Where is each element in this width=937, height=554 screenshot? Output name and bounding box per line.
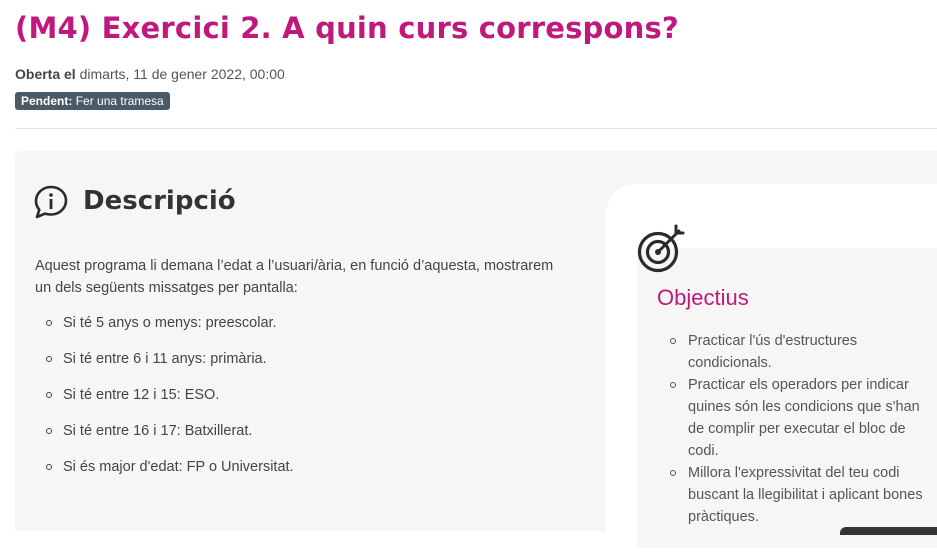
status-badge: Pendent: Fer una tramesa: [15, 92, 170, 110]
description-intro: Aquest programa li demana l’edat a l’usu…: [35, 258, 554, 296]
list-item: Si té entre 6 i 11 anys: primària.: [35, 347, 294, 383]
list-item: Si té entre 16 i 17: Batxillerat.: [35, 419, 294, 455]
opened-date-value: dimarts, 11 de gener 2022, 00:00: [79, 66, 285, 82]
objectives-heading: Objectius: [657, 285, 749, 310]
target-dart-icon: [637, 224, 685, 273]
page-title: (M4) Exercici 2. A quin curs correspons?: [15, 11, 679, 45]
floating-button-edge[interactable]: [840, 527, 937, 535]
list-item: Si és major d'edat: FP o Universitat.: [35, 455, 294, 491]
status-badge-text: Fer una tramesa: [75, 94, 164, 108]
status-badge-label: Pendent:: [21, 94, 73, 108]
description-list: Si té 5 anys o menys: preescolar. Si té …: [35, 311, 294, 491]
list-item: Practicar els operadors per indicar quin…: [668, 374, 930, 462]
description-heading: Descripció: [83, 186, 236, 216]
objectives-list: Practicar l'ús d'estructures condicional…: [668, 330, 930, 528]
list-item: Si té 5 anys o menys: preescolar.: [35, 311, 294, 347]
list-item: Practicar l'ús d'estructures condicional…: [668, 330, 930, 374]
opened-date: Oberta el dimarts, 11 de gener 2022, 00:…: [15, 66, 285, 82]
list-item: Si té entre 12 i 15: ESO.: [35, 383, 294, 419]
opened-label: Oberta el: [15, 66, 76, 82]
divider: [15, 128, 937, 129]
list-item: Millora l'expressivitat del teu codi bus…: [668, 462, 930, 528]
info-speech-bubble-icon: [34, 185, 68, 219]
